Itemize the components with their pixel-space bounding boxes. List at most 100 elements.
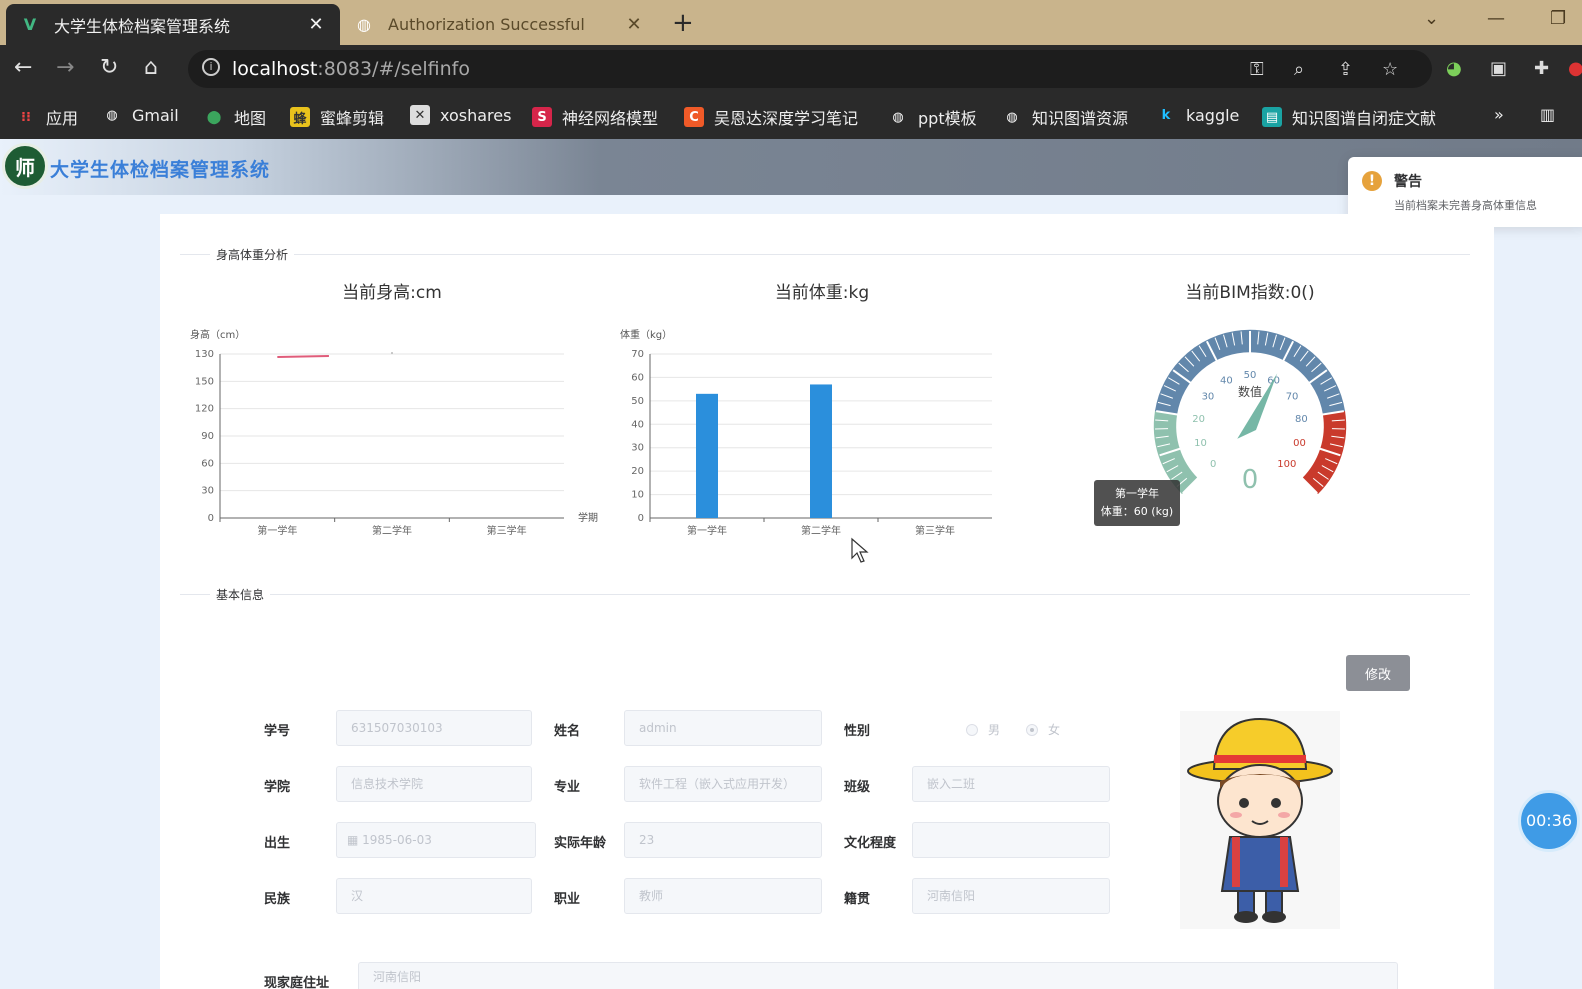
label-ethnicity: 民族: [264, 892, 291, 907]
gauge-tick-label: 80: [1295, 414, 1308, 425]
y-axis-label: 身高（cm）: [190, 328, 245, 341]
address-bar[interactable]: i localhost:8083/#/selfinfo ⚿ ⌕ ⇪ ☆: [188, 50, 1432, 88]
gauge-tick-label: 100: [1277, 459, 1296, 470]
radio-dot: [1026, 723, 1038, 736]
bookmark-kg-autism[interactable]: ▤ 知识图谱自闭症文献: [1262, 105, 1436, 129]
address-input[interactable]: 河南信阳: [358, 962, 1398, 989]
map-pin-icon: ⬤: [206, 109, 222, 125]
height-chart-title: 当前身高:cm: [342, 283, 442, 303]
label-education: 文化程度: [844, 836, 897, 851]
calendar-icon: ▦: [347, 833, 363, 847]
line-series-segment: [277, 355, 329, 358]
label-class: 班级: [844, 780, 871, 795]
reading-list-icon[interactable]: ▥: [1540, 105, 1555, 124]
forward-icon[interactable]: →: [56, 55, 74, 80]
bookmark-kg[interactable]: ◍ 知识图谱资源: [1002, 105, 1128, 129]
gauge-value: 0: [1242, 465, 1259, 495]
reload-icon[interactable]: ↻: [100, 55, 118, 80]
new-tab-button[interactable]: +: [672, 8, 694, 38]
weight-chart-title: 当前体重:kg: [774, 283, 870, 303]
name-input[interactable]: admin: [624, 710, 822, 746]
share-icon[interactable]: ⇪: [1338, 59, 1353, 80]
gauge-tick-label: 10: [1194, 438, 1207, 449]
tab-inactive[interactable]: ◍ Authorization Successful ✕: [340, 4, 658, 45]
bee-icon: 蜂: [290, 107, 310, 127]
restore-icon[interactable]: ❐: [1550, 8, 1566, 29]
bookmark-apps[interactable]: ⁝⁝ 应用: [16, 105, 78, 129]
puzzle-icon[interactable]: ✚: [1534, 58, 1549, 79]
college-input[interactable]: 信息技术学院: [336, 766, 532, 802]
tab-search-icon[interactable]: ⌄: [1424, 8, 1439, 29]
home-icon[interactable]: ⌂: [144, 55, 158, 80]
close-tab-icon[interactable]: ✕: [624, 14, 644, 35]
student-avatar[interactable]: [1180, 711, 1340, 929]
label-student-id: 学号: [264, 724, 291, 739]
extension-color-icon[interactable]: ◕: [1446, 58, 1462, 79]
class-input[interactable]: 嵌入二班: [912, 766, 1110, 802]
kaggle-icon: k: [1161, 107, 1171, 123]
more-bookmarks-icon[interactable]: »: [1494, 105, 1504, 124]
bookmark-deeplearning[interactable]: C 吴恩达深度学习笔记: [684, 105, 858, 129]
bookmarks-bar: ⁝⁝ 应用 ◍ Gmail ⬤ 地图 蜂蜜蜂剪辑 ✕ xoshares S 神经网络模型 …: [0, 93, 1582, 139]
globe-icon: ◍: [106, 107, 118, 123]
y-tick-label: 0: [208, 513, 214, 524]
bookmark-kaggle[interactable]: k kaggle: [1156, 105, 1240, 125]
mouse-cursor-icon: [851, 537, 869, 563]
bookmark-neural[interactable]: S 神经网络模型: [532, 105, 658, 129]
star-icon[interactable]: ☆: [1382, 59, 1398, 80]
y-tick-label: 50: [631, 396, 644, 407]
key-icon[interactable]: ⚿: [1250, 59, 1264, 80]
job-input[interactable]: 教师: [624, 878, 822, 914]
y-tick-label: 120: [195, 404, 214, 415]
section-title-analysis: 身高体重分析: [210, 246, 295, 263]
tab-title: 大学生体检档案管理系统: [54, 16, 231, 36]
bookmark-gmail[interactable]: ◍ Gmail: [102, 105, 178, 125]
ethnicity-input[interactable]: 汉: [336, 878, 532, 914]
tab-title: Authorization Successful: [388, 15, 585, 34]
label-major: 专业: [554, 780, 581, 795]
gender-radio-male[interactable]: 男: [966, 721, 1000, 738]
extension-box-icon[interactable]: ▣: [1490, 58, 1507, 79]
recording-timer[interactable]: 00:36: [1518, 790, 1580, 852]
x-tick-label: 第三学年: [915, 524, 955, 537]
bookmark-map[interactable]: ⬤ 地图: [204, 105, 266, 129]
tab-active[interactable]: V 大学生体检档案管理系统 ✕: [6, 4, 340, 45]
minimize-icon[interactable]: —: [1487, 8, 1505, 29]
back-icon[interactable]: ←: [14, 55, 32, 80]
bookmark-ppt[interactable]: ◍ ppt模板: [888, 105, 976, 129]
gauge-tick-label: 70: [1286, 391, 1299, 402]
birth-date-picker[interactable]: ▦ 1985-06-03: [336, 822, 536, 858]
notification-title: 警告: [1394, 174, 1422, 190]
edit-button[interactable]: 修改: [1346, 655, 1410, 691]
y-tick-label: 90: [201, 431, 214, 442]
gauge-tick-label: 50: [1244, 370, 1257, 381]
student-id-input[interactable]: 631507030103: [336, 710, 532, 746]
selfinfo-card: 身高体重分析 当前身高:cm 当前体重:kg 当前BIM指数:0() 身高（cm…: [160, 214, 1494, 989]
bookmark-xoshares[interactable]: ✕ xoshares: [410, 105, 511, 125]
zoom-icon[interactable]: ⌕: [1294, 59, 1304, 80]
gauge-tick-label: 00: [1293, 438, 1306, 449]
label-job: 职业: [554, 892, 581, 907]
origin-input[interactable]: 河南信阳: [912, 878, 1110, 914]
y-tick-label: 0: [638, 513, 644, 524]
major-input[interactable]: 软件工程（嵌入式应用开发）: [624, 766, 822, 802]
section-title-basic: 基本信息: [210, 586, 271, 603]
globe-icon: ◍: [1006, 109, 1018, 125]
education-input[interactable]: [912, 822, 1110, 858]
section-divider: [180, 594, 1470, 595]
close-tab-icon[interactable]: ✕: [306, 14, 326, 35]
x-axis-label: 学期: [578, 511, 598, 524]
bookmark-mifeng[interactable]: 蜂蜜蜂剪辑: [290, 105, 384, 129]
profile-icon[interactable]: ●: [1568, 58, 1582, 79]
warning-icon: !: [1362, 171, 1382, 191]
site-info-icon[interactable]: i: [202, 58, 220, 76]
gender-radio-female[interactable]: 女: [1026, 721, 1060, 738]
xoshares-icon: ✕: [410, 105, 430, 125]
s-logo-icon: S: [532, 107, 552, 127]
gauge-tick-label: 30: [1202, 391, 1215, 402]
age-input[interactable]: 23: [624, 822, 822, 858]
weight-bar-chart: 体重（kg） 0 10 20 30 40 50 60 70 第一学年 第二学年 第三学年: [620, 328, 992, 537]
y-tick-label: 30: [201, 486, 214, 497]
url-text: localhost:8083/#/selfinfo: [232, 58, 470, 80]
y-tick-label: 30: [631, 443, 644, 454]
